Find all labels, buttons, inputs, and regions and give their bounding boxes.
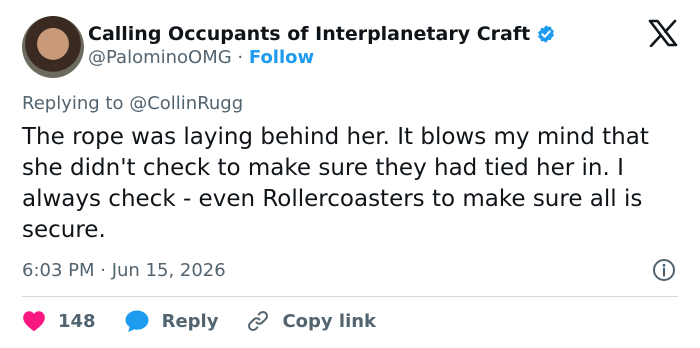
info-icon[interactable] — [652, 258, 676, 282]
reply-label: Reply — [161, 310, 219, 332]
avatar[interactable] — [22, 16, 84, 78]
author-handle[interactable]: @PalominoOMG — [88, 47, 232, 68]
heart-icon — [23, 311, 45, 332]
like-count: 148 — [58, 310, 96, 332]
divider — [22, 296, 678, 297]
verified-badge-icon — [536, 24, 556, 44]
x-logo-icon[interactable] — [648, 19, 678, 47]
reply-bubble-icon — [125, 310, 149, 332]
replying-to-context: Replying to @CollinRugg — [22, 93, 244, 114]
author-handle-row: @PalominoOMG · Follow — [88, 47, 314, 68]
copy-link-button[interactable]: Copy link — [246, 309, 376, 333]
follow-button[interactable]: Follow — [249, 47, 314, 68]
copy-link-label: Copy link — [282, 310, 377, 332]
author-display-name[interactable]: Calling Occupants of Interplanetary Craf… — [88, 23, 530, 45]
tweet-timestamp[interactable]: 6:03 PM · Jun 15, 2026 — [22, 260, 226, 281]
reply-button[interactable]: Reply — [124, 309, 219, 333]
link-icon — [248, 311, 269, 331]
author-name-row: Calling Occupants of Interplanetary Craf… — [88, 20, 556, 48]
tweet-text: The rope was laying behind her. It blows… — [22, 124, 649, 243]
handle-separator: · — [231, 47, 249, 68]
action-bar: 148 Reply Copy link — [22, 306, 376, 336]
like-button[interactable]: 148 — [22, 310, 96, 332]
